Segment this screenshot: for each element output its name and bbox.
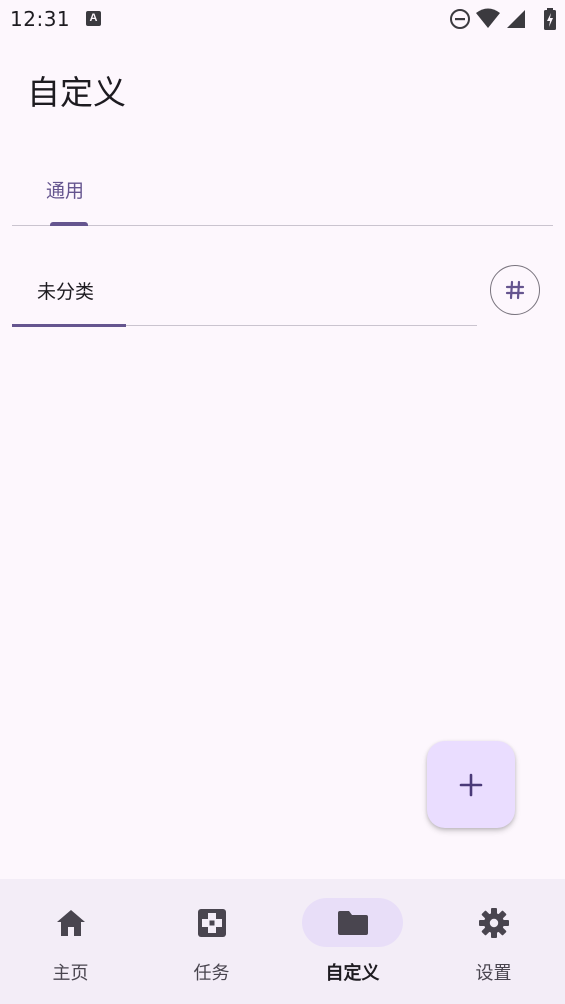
category-tab-bar: 未分类	[12, 262, 477, 327]
nav-label-home: 主页	[52, 963, 89, 984]
task-icon	[197, 908, 226, 937]
add-fab-button[interactable]	[427, 741, 515, 828]
notification-badge-icon: A	[86, 11, 101, 26]
signal-icon	[507, 10, 525, 28]
nav-pill-tasks	[161, 898, 262, 947]
plus-icon	[459, 773, 483, 796]
tag-button[interactable]	[490, 265, 540, 315]
battery-charging-icon	[544, 8, 556, 30]
do-not-disturb-icon	[450, 9, 470, 29]
bottom-navigation: 主页 任务 自定义 设置	[0, 879, 565, 1004]
gear-icon	[478, 907, 509, 938]
home-icon	[56, 909, 85, 936]
tab-general[interactable]: 通用	[46, 176, 84, 203]
nav-item-home[interactable]: 主页	[0, 879, 141, 1004]
nav-item-tasks[interactable]: 任务	[141, 879, 282, 1004]
nav-item-custom[interactable]: 自定义	[282, 879, 423, 1004]
nav-pill-custom	[302, 898, 403, 947]
status-time: 12:31	[10, 7, 71, 31]
nav-label-settings: 设置	[475, 963, 512, 984]
nav-pill-home	[20, 898, 121, 947]
page-title: 自定义	[27, 73, 126, 112]
category-tab-indicator	[12, 323, 126, 327]
nav-label-custom: 自定义	[325, 963, 380, 984]
folder-icon	[337, 910, 368, 935]
nav-pill-settings	[443, 898, 544, 947]
nav-label-tasks: 任务	[193, 963, 230, 984]
tab-bar: 通用	[12, 160, 553, 226]
hashtag-icon	[505, 280, 525, 300]
tab-indicator	[50, 222, 88, 226]
category-tab-uncategorized[interactable]: 未分类	[37, 277, 94, 304]
nav-item-settings[interactable]: 设置	[423, 879, 564, 1004]
wifi-icon	[476, 8, 500, 28]
status-bar: 12:31 A	[0, 0, 565, 38]
